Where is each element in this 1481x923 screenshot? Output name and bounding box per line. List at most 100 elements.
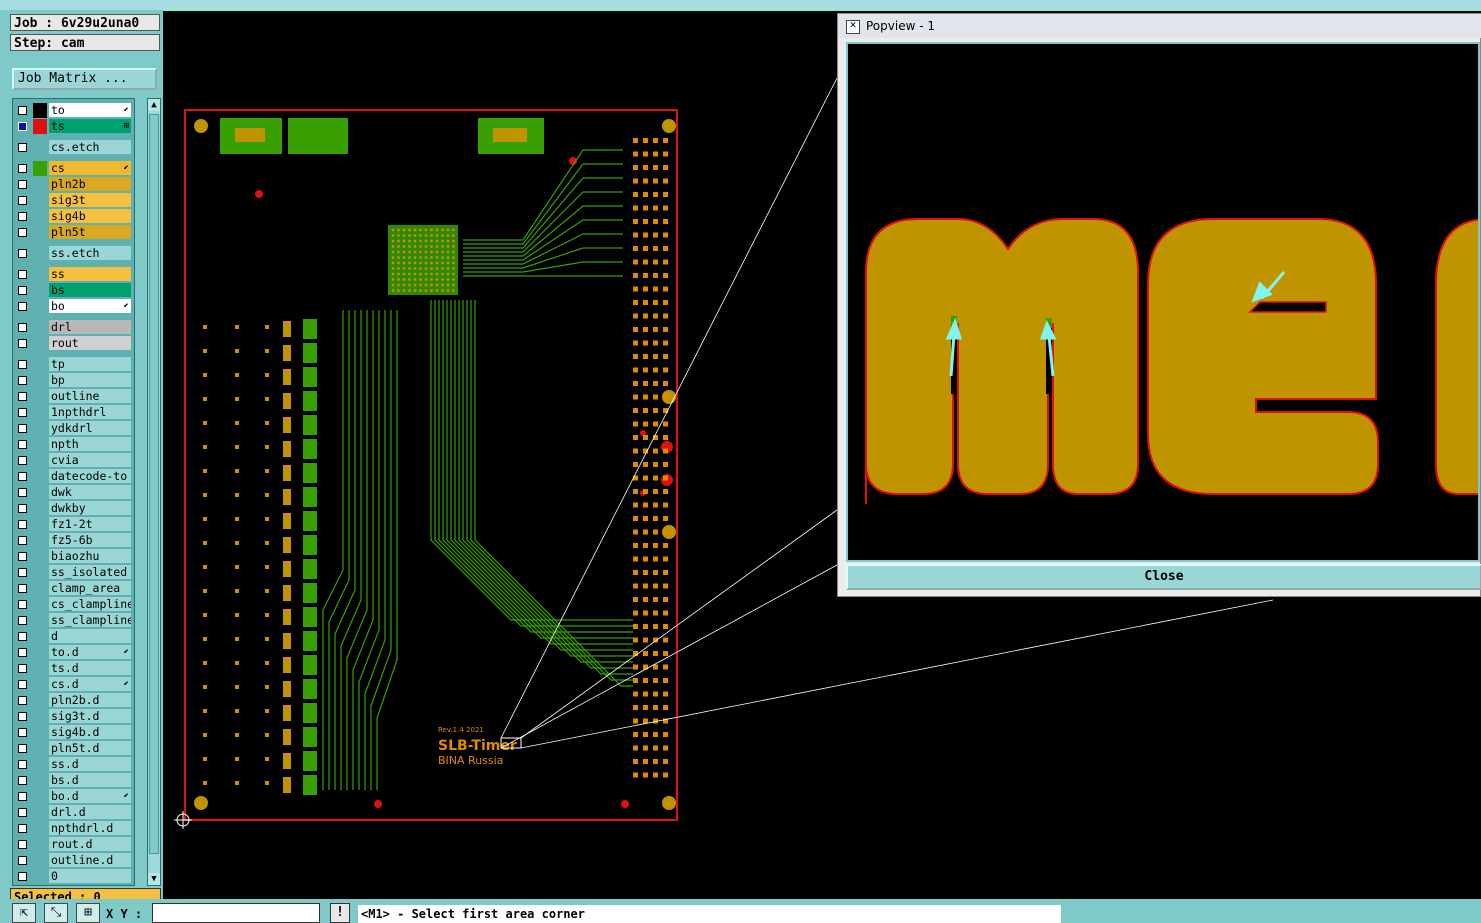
layer-checkbox[interactable] bbox=[18, 228, 27, 237]
layer-row[interactable]: sig4b.d bbox=[13, 725, 134, 740]
layer-checkbox[interactable] bbox=[18, 488, 27, 497]
layer-row[interactable]: ss_isolated bbox=[13, 565, 134, 580]
layer-row[interactable]: ss.d bbox=[13, 757, 134, 772]
close-button[interactable]: Close bbox=[846, 564, 1481, 590]
scroll-up-icon[interactable]: ▲ bbox=[148, 99, 160, 111]
layer-checkbox[interactable] bbox=[18, 323, 27, 332]
layer-checkbox[interactable] bbox=[18, 664, 27, 673]
layer-row[interactable]: 1npthdrl bbox=[13, 405, 134, 420]
layer-name[interactable]: cs.etch bbox=[49, 140, 131, 154]
layer-name[interactable]: ss_isolated bbox=[49, 565, 131, 579]
layer-name[interactable]: npthdrl.d bbox=[49, 821, 131, 835]
layer-checkbox[interactable] bbox=[18, 143, 27, 152]
layer-checkbox[interactable] bbox=[18, 472, 27, 481]
popview-window[interactable]: ✕ Popview - 1 Close bbox=[837, 13, 1481, 597]
layer-name[interactable]: pln2b.d bbox=[49, 693, 131, 707]
layer-row[interactable]: ts ⊞ bbox=[13, 119, 134, 134]
layer-row[interactable]: outline.d bbox=[13, 853, 134, 868]
exclaim-button[interactable]: ! bbox=[330, 903, 350, 923]
layer-checkbox[interactable] bbox=[18, 792, 27, 801]
layer-row[interactable]: cs.d ⬋ bbox=[13, 677, 134, 692]
layer-checkbox[interactable] bbox=[18, 392, 27, 401]
layer-name[interactable]: fz5-6b bbox=[49, 533, 131, 547]
layer-checkbox[interactable] bbox=[18, 424, 27, 433]
layer-row[interactable]: fz1-2t bbox=[13, 517, 134, 532]
layer-name[interactable]: 1npthdrl bbox=[49, 405, 131, 419]
layer-name[interactable]: bo ⬋ bbox=[49, 299, 131, 313]
xy-input[interactable] bbox=[152, 903, 320, 923]
layer-checkbox[interactable] bbox=[18, 632, 27, 641]
layer-row[interactable]: cs.etch bbox=[13, 140, 134, 155]
layer-name[interactable]: dwkby bbox=[49, 501, 131, 515]
layer-name[interactable]: 0 bbox=[49, 869, 131, 883]
layer-row[interactable]: rout.d bbox=[13, 837, 134, 852]
layer-checkbox[interactable] bbox=[18, 302, 27, 311]
layer-checkbox[interactable] bbox=[18, 180, 27, 189]
layer-checkbox[interactable] bbox=[18, 648, 27, 657]
layer-row[interactable]: to ⬋ bbox=[13, 103, 134, 118]
layer-name[interactable]: cvia bbox=[49, 453, 131, 467]
layer-name[interactable]: bs bbox=[49, 283, 131, 297]
layer-name[interactable]: dwk bbox=[49, 485, 131, 499]
layer-row[interactable]: ydkdrl bbox=[13, 421, 134, 436]
layer-row[interactable]: sig4b bbox=[13, 209, 134, 224]
layer-name[interactable]: sig3t bbox=[49, 193, 131, 207]
layer-row[interactable]: ts.d bbox=[13, 661, 134, 676]
layer-name[interactable]: fz1-2t bbox=[49, 517, 131, 531]
layer-name[interactable]: datecode-to bbox=[49, 469, 131, 483]
layer-checkbox[interactable] bbox=[18, 568, 27, 577]
scroll-thumb[interactable] bbox=[149, 114, 159, 854]
layer-list-scrollbar[interactable]: ▲ ▼ bbox=[147, 98, 161, 886]
layer-name[interactable]: pln5t bbox=[49, 225, 131, 239]
layer-checkbox[interactable] bbox=[18, 744, 27, 753]
layer-row[interactable]: sig3t.d bbox=[13, 709, 134, 724]
layer-row[interactable]: bo.d ⬋ bbox=[13, 789, 134, 804]
layer-name[interactable]: bp bbox=[49, 373, 131, 387]
layer-checkbox[interactable] bbox=[18, 872, 27, 881]
layer-name[interactable]: cs_clampline bbox=[49, 597, 131, 611]
layer-checkbox[interactable] bbox=[18, 616, 27, 625]
layer-color-swatch[interactable] bbox=[33, 119, 47, 134]
grid-icon[interactable]: ⊞ bbox=[76, 903, 100, 923]
layer-row[interactable]: drl.d bbox=[13, 805, 134, 820]
layer-row[interactable]: ss.etch bbox=[13, 246, 134, 261]
layer-checkbox[interactable] bbox=[18, 122, 27, 131]
zoom-area-icon[interactable]: ⇱ bbox=[12, 903, 36, 923]
layer-checkbox[interactable] bbox=[18, 408, 27, 417]
layer-name[interactable]: sig4b bbox=[49, 209, 131, 223]
scroll-down-icon[interactable]: ▼ bbox=[148, 873, 160, 885]
layer-checkbox[interactable] bbox=[18, 249, 27, 258]
layer-row[interactable]: bp bbox=[13, 373, 134, 388]
layer-name[interactable]: ts ⊞ bbox=[49, 119, 131, 133]
layer-checkbox[interactable] bbox=[18, 840, 27, 849]
layer-row[interactable]: pln2b.d bbox=[13, 693, 134, 708]
layer-row[interactable]: rout bbox=[13, 336, 134, 351]
layer-name[interactable]: cs ⬋ bbox=[49, 161, 131, 175]
layer-checkbox[interactable] bbox=[18, 286, 27, 295]
layer-row[interactable]: bo ⬋ bbox=[13, 299, 134, 314]
layer-row[interactable]: pln2b bbox=[13, 177, 134, 192]
layer-name[interactable]: drl bbox=[49, 320, 131, 334]
layer-checkbox[interactable] bbox=[18, 552, 27, 561]
layer-row[interactable]: bs.d bbox=[13, 773, 134, 788]
layer-row[interactable]: cvia bbox=[13, 453, 134, 468]
measure-icon[interactable]: ⤡ bbox=[44, 903, 68, 923]
layer-name[interactable]: biaozhu bbox=[49, 549, 131, 563]
layer-color-swatch[interactable] bbox=[33, 161, 47, 176]
layer-row[interactable]: pln5t bbox=[13, 225, 134, 240]
layer-row[interactable]: to.d ⬋ bbox=[13, 645, 134, 660]
layer-row[interactable]: ss bbox=[13, 267, 134, 282]
layer-name[interactable]: d bbox=[49, 629, 131, 643]
layer-checkbox[interactable] bbox=[18, 712, 27, 721]
layer-checkbox[interactable] bbox=[18, 339, 27, 348]
layer-row[interactable]: dwk bbox=[13, 485, 134, 500]
layer-checkbox[interactable] bbox=[18, 270, 27, 279]
layer-checkbox[interactable] bbox=[18, 776, 27, 785]
layer-checkbox[interactable] bbox=[18, 106, 27, 115]
layer-row[interactable]: ss_clampline bbox=[13, 613, 134, 628]
layer-checkbox[interactable] bbox=[18, 212, 27, 221]
layer-row[interactable]: sig3t bbox=[13, 193, 134, 208]
layer-name[interactable]: bs.d bbox=[49, 773, 131, 787]
layer-row[interactable]: pln5t.d bbox=[13, 741, 134, 756]
layer-row[interactable]: drl bbox=[13, 320, 134, 335]
